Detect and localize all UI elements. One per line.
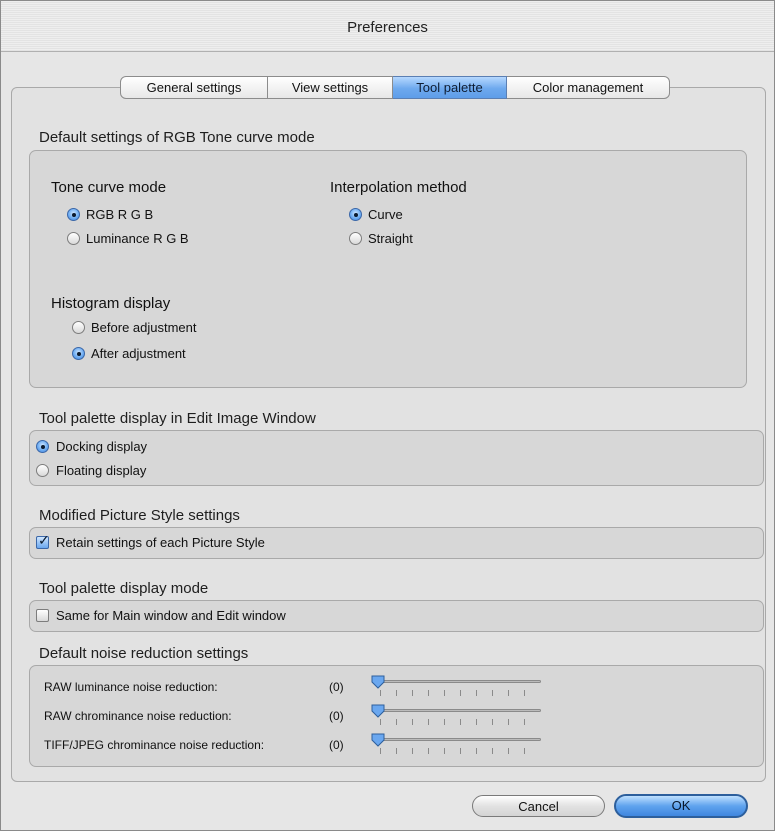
interpolation-method-heading: Interpolation method — [330, 179, 467, 196]
checkbox-retain-picture-style-label: Retain settings of each Picture Style — [56, 535, 265, 550]
slider-thumb-icon[interactable] — [371, 733, 385, 747]
histogram-display-heading: Histogram display — [51, 295, 171, 312]
window-title: Preferences — [347, 19, 428, 36]
tab-bar: General settings View settings Tool pale… — [120, 76, 670, 99]
slider-ticks — [380, 719, 540, 725]
tab-color-management[interactable]: Color management — [507, 76, 670, 99]
checkbox-same-for-main-and-edit-label: Same for Main window and Edit window — [56, 608, 286, 623]
slider-tiff-jpeg-chrominance-noise[interactable] — [371, 733, 543, 760]
noise-row-value: (0) — [329, 709, 344, 723]
radio-floating-display[interactable] — [36, 464, 49, 477]
radio-luminance-rgb-label: Luminance R G B — [86, 231, 189, 246]
slider-raw-luminance-noise[interactable] — [371, 675, 543, 702]
preferences-window: Preferences General settings View settin… — [0, 0, 775, 831]
tab-general-settings[interactable]: General settings — [120, 76, 268, 99]
radio-docking-display-label: Docking display — [56, 439, 148, 454]
radio-straight-label: Straight — [368, 231, 413, 246]
radio-straight[interactable] — [349, 232, 362, 245]
noise-row-label: RAW luminance noise reduction: — [44, 680, 218, 694]
tab-view-settings[interactable]: View settings — [268, 76, 393, 99]
tab-content-panel: Default settings of RGB Tone curve mode … — [11, 87, 766, 782]
tone-curve-mode-heading: Tone curve mode — [51, 179, 167, 196]
tab-tool-palette[interactable]: Tool palette — [393, 76, 507, 99]
checkbox-same-for-main-and-edit[interactable] — [36, 609, 49, 622]
section-title-picture-style: Modified Picture Style settings — [39, 507, 240, 524]
palette-display-mode-groupbox: Same for Main window and Edit window — [29, 600, 764, 632]
radio-curve[interactable] — [349, 208, 362, 221]
radio-luminance-rgb[interactable] — [67, 232, 80, 245]
slider-track — [373, 738, 541, 741]
section-title-noise-reduction: Default noise reduction settings — [39, 645, 249, 662]
tool-palette-display-groupbox: Docking display Floating display — [29, 430, 764, 486]
slider-track — [373, 680, 541, 683]
slider-thumb-icon[interactable] — [371, 675, 385, 689]
noise-row-value: (0) — [329, 738, 344, 752]
radio-after-adjustment[interactable] — [72, 347, 85, 360]
title-bar[interactable]: Preferences — [1, 1, 774, 52]
radio-floating-display-label: Floating display — [56, 463, 147, 478]
picture-style-groupbox: ✓ Retain settings of each Picture Style — [29, 527, 764, 559]
slider-track — [373, 709, 541, 712]
section-title-rgb-tone: Default settings of RGB Tone curve mode — [39, 129, 315, 146]
checkmark-icon: ✓ — [38, 532, 50, 548]
noise-row-label: TIFF/JPEG chrominance noise reduction: — [44, 738, 265, 752]
radio-rgb-rgb-label: RGB R G B — [86, 207, 154, 222]
noise-row-label: RAW chrominance noise reduction: — [44, 709, 232, 723]
section-title-tool-palette-display: Tool palette display in Edit Image Windo… — [39, 410, 316, 427]
radio-before-adjustment[interactable] — [72, 321, 85, 334]
rgb-tone-groupbox: Tone curve mode RGB R G B Luminance R G … — [29, 150, 747, 388]
slider-ticks — [380, 690, 540, 696]
slider-ticks — [380, 748, 540, 754]
checkbox-retain-picture-style[interactable]: ✓ — [36, 532, 50, 549]
radio-docking-display[interactable] — [36, 440, 49, 453]
ok-button[interactable]: OK — [614, 794, 748, 818]
noise-row-value: (0) — [329, 680, 344, 694]
slider-thumb-icon[interactable] — [371, 704, 385, 718]
radio-after-adjustment-label: After adjustment — [91, 346, 186, 361]
radio-before-adjustment-label: Before adjustment — [91, 320, 197, 335]
cancel-button[interactable]: Cancel — [472, 795, 605, 817]
slider-raw-chrominance-noise[interactable] — [371, 704, 543, 731]
radio-curve-label: Curve — [368, 207, 403, 222]
radio-rgb-rgb[interactable] — [67, 208, 80, 221]
section-title-palette-display-mode: Tool palette display mode — [39, 580, 209, 597]
noise-reduction-groupbox: RAW luminance noise reduction: (0) RAW c… — [29, 665, 764, 767]
